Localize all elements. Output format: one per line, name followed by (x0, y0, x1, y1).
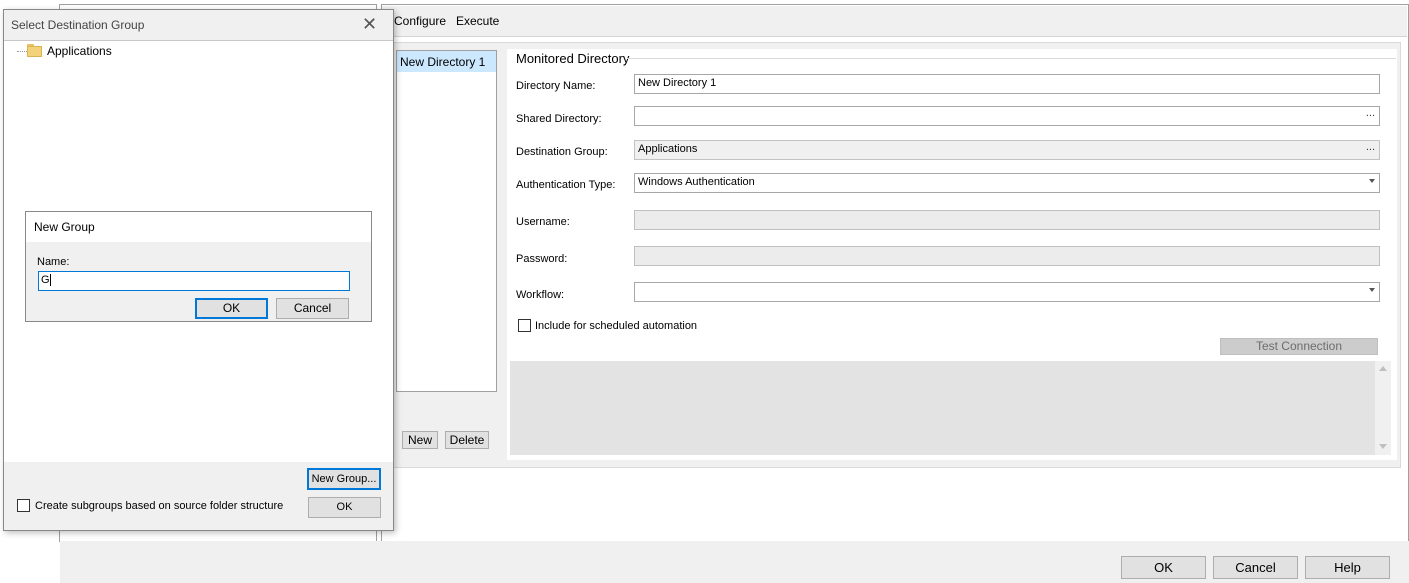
group-divider (627, 58, 1396, 59)
workflow-label: Workflow: (516, 289, 565, 301)
include-scheduled-checkbox[interactable] (518, 319, 531, 332)
tab-configure[interactable]: Configure (394, 14, 446, 28)
new-group-ok-button[interactable]: OK (195, 298, 268, 319)
destination-group-value: Applications (638, 143, 698, 155)
scroll-up-icon[interactable] (1379, 366, 1387, 371)
create-subgroups-label: Create subgroups based on source folder … (35, 500, 284, 512)
scroll-down-icon[interactable] (1379, 444, 1387, 449)
authentication-type-label: Authentication Type: (516, 179, 616, 191)
browse-destination-group-button[interactable]: ... (1366, 141, 1375, 153)
shared-directory-label: Shared Directory: (516, 113, 602, 125)
browse-shared-directory-button[interactable]: ... (1366, 107, 1375, 119)
dialog-title: Select Destination Group (11, 18, 145, 32)
chevron-down-icon (1369, 288, 1375, 292)
username-label: Username: (516, 216, 570, 228)
destination-group-field[interactable]: Applications ... (634, 140, 1380, 160)
folder-icon (27, 44, 42, 57)
new-group-title: New Group (34, 220, 95, 234)
close-icon[interactable]: ✕ (362, 14, 377, 34)
dialog-ok-button[interactable]: OK (308, 497, 381, 518)
group-name-value: G (41, 274, 50, 286)
authentication-type-select[interactable]: Windows Authentication (634, 173, 1380, 193)
authentication-type-value: Windows Authentication (638, 176, 755, 188)
username-input[interactable] (634, 210, 1380, 230)
cancel-button[interactable]: Cancel (1213, 556, 1298, 579)
tab-strip (382, 6, 1407, 37)
bottom-button-bar (60, 541, 1409, 583)
new-directory-button[interactable]: New (402, 431, 438, 449)
shared-directory-input[interactable]: ... (634, 106, 1380, 126)
tab-execute[interactable]: Execute (456, 14, 499, 28)
destination-group-label: Destination Group: (516, 146, 608, 158)
group-title: Monitored Directory (516, 51, 630, 66)
help-button[interactable]: Help (1305, 556, 1390, 579)
new-group-button[interactable]: New Group... (307, 468, 381, 490)
list-item-directory[interactable]: New Directory 1 (397, 51, 496, 72)
password-label: Password: (516, 253, 568, 265)
log-output-area (510, 361, 1375, 455)
vertical-scrollbar[interactable] (1375, 361, 1391, 455)
directory-list[interactable] (396, 50, 497, 392)
chevron-down-icon (1369, 179, 1375, 183)
create-subgroups-checkbox[interactable] (17, 499, 30, 512)
name-label: Name: (37, 256, 70, 268)
delete-directory-button[interactable]: Delete (445, 431, 489, 449)
new-group-cancel-button[interactable]: Cancel (276, 298, 349, 319)
password-input[interactable] (634, 246, 1380, 266)
group-name-input[interactable]: G (38, 271, 350, 291)
tree-item-applications[interactable]: Applications (47, 44, 112, 58)
ok-button[interactable]: OK (1121, 556, 1206, 579)
directory-name-label: Directory Name: (516, 80, 596, 92)
test-connection-button[interactable]: Test Connection (1220, 338, 1378, 355)
text-cursor (49, 274, 51, 287)
workflow-select[interactable] (634, 282, 1380, 302)
include-scheduled-label: Include for scheduled automation (535, 320, 698, 332)
directory-name-input[interactable]: New Directory 1 (634, 74, 1380, 94)
